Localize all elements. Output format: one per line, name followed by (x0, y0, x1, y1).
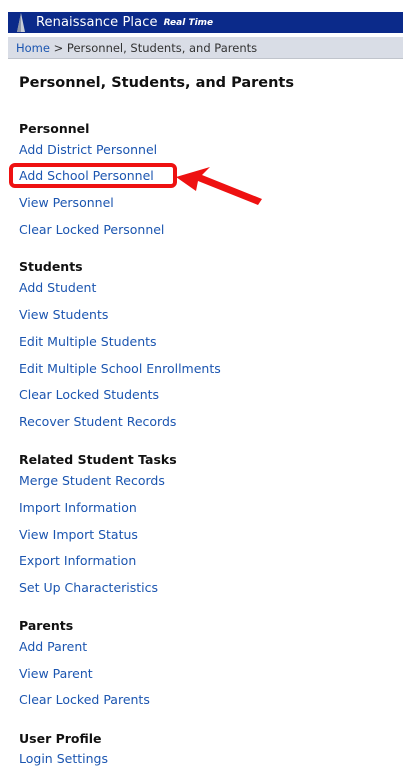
section-title-students: Students (19, 259, 83, 274)
section-title-parents: Parents (19, 618, 74, 633)
section-title-personnel: Personnel (19, 121, 90, 136)
link-edit-multiple-students[interactable]: Edit Multiple Students (19, 334, 157, 349)
link-clear-locked-students[interactable]: Clear Locked Students (19, 387, 159, 402)
breadcrumb-home-link[interactable]: Home (16, 41, 50, 55)
link-add-student[interactable]: Add Student (19, 280, 96, 295)
link-clear-locked-personnel[interactable]: Clear Locked Personnel (19, 222, 164, 237)
link-import-information[interactable]: Import Information (19, 500, 137, 515)
section-title-user-profile: User Profile (19, 731, 102, 746)
link-view-parent[interactable]: View Parent (19, 666, 93, 681)
link-merge-student-records[interactable]: Merge Student Records (19, 473, 165, 488)
link-clear-locked-parents[interactable]: Clear Locked Parents (19, 692, 150, 707)
tower-logo-icon (17, 13, 25, 32)
link-add-parent[interactable]: Add Parent (19, 639, 87, 654)
brand-title: Renaissance Place (36, 15, 158, 30)
link-edit-multiple-school-enrollments[interactable]: Edit Multiple School Enrollments (19, 361, 221, 376)
link-login-settings[interactable]: Login Settings (19, 751, 108, 766)
brand-subtitle: Real Time (163, 17, 214, 28)
link-view-import-status[interactable]: View Import Status (19, 527, 138, 542)
link-add-district-personnel[interactable]: Add District Personnel (19, 142, 157, 157)
breadcrumb: Home > Personnel, Students, and Parents (8, 37, 403, 59)
breadcrumb-separator: > (49, 40, 67, 55)
page-title: Personnel, Students, and Parents (19, 75, 294, 91)
link-view-students[interactable]: View Students (19, 307, 108, 322)
breadcrumb-current: Personnel, Students, and Parents (66, 40, 258, 55)
app-header: Renaissance Place Real Time (8, 12, 403, 33)
section-title-related-student-tasks: Related Student Tasks (19, 452, 177, 467)
link-recover-student-records[interactable]: Recover Student Records (19, 414, 176, 429)
link-view-personnel[interactable]: View Personnel (19, 195, 114, 210)
link-export-information[interactable]: Export Information (19, 553, 136, 568)
annotation-highlight-box (9, 163, 177, 188)
link-set-up-characteristics[interactable]: Set Up Characteristics (19, 580, 158, 595)
annotation-arrow-icon (176, 167, 262, 205)
